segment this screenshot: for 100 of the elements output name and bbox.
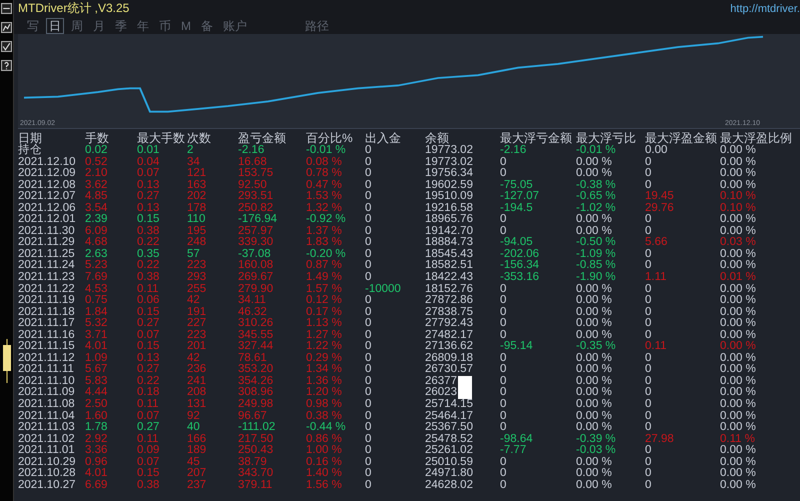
help-icon[interactable] xyxy=(1,60,12,71)
table-cell-text: 2021.11.10 xyxy=(18,376,76,387)
table-cell-text: 0 xyxy=(645,364,652,376)
table-cell-text: 0.15 xyxy=(137,306,160,318)
table-cell-text: -0.20 % xyxy=(306,248,347,260)
table-cell-text: 26023 xyxy=(425,387,457,399)
column-header: 次数 xyxy=(187,131,212,145)
table-cell-text: 0.47 % xyxy=(306,180,343,191)
table-cell-text: 249.98 xyxy=(238,399,274,411)
table-cell-text: 4.53 xyxy=(85,284,108,295)
table-cell-text: 0.00 % xyxy=(576,295,613,307)
table-cell-text: 0 xyxy=(645,399,652,411)
table-cell-text: 0.00 % xyxy=(720,306,757,318)
table-cell-text: 0.35 xyxy=(137,248,160,260)
table-cell-text: 0 xyxy=(500,456,508,468)
table-cell-text: 0.00 % xyxy=(720,318,757,330)
table-cell-text: 0.00 % xyxy=(720,260,757,272)
tab[interactable]: 备 xyxy=(198,18,216,34)
url-link[interactable]: http://mtdriver. xyxy=(730,2,800,14)
table-cell-text: 0.86 % xyxy=(306,434,343,445)
table-cell-text: -0.01 % xyxy=(306,145,347,157)
table-cell-text: -1.90 % xyxy=(576,272,617,284)
table-cell-text: 1.83 % xyxy=(306,237,343,249)
table-cell-text: 0.07 xyxy=(137,330,160,341)
table-cell-text: 4.01 xyxy=(85,468,108,480)
table-cell-text: 327.44 xyxy=(238,341,274,353)
table-cell-text: 0.00 % xyxy=(576,214,613,226)
table-cell-text: 0 xyxy=(365,376,372,387)
table-cell-text: 0.00 % xyxy=(720,352,757,364)
table-cell-text: 0.02 xyxy=(85,145,108,157)
table-cell-text: 0.38 xyxy=(137,226,160,237)
table-cell-text: 0.00 % xyxy=(720,284,757,295)
table-cell-text: 3.54 xyxy=(85,202,108,214)
tab[interactable]: 月 xyxy=(90,18,108,34)
table-cell-text: 1.53 % xyxy=(306,191,343,203)
table-cell: 19773.02 xyxy=(425,145,473,157)
table-cell-text: 2021.11.24 xyxy=(18,260,76,272)
table-cell-text: 5.66 xyxy=(645,237,668,249)
table-cell-text: 1.11 xyxy=(645,272,668,284)
table-cell-text: 0.00 % xyxy=(576,387,613,399)
table-cell-text: 2021.11.19 xyxy=(18,295,76,307)
table-cell-text: 0.15 xyxy=(137,214,160,226)
tab[interactable]: 账户 xyxy=(220,18,250,34)
table-cell-text: 0.22 xyxy=(137,376,160,387)
tab[interactable]: 年 xyxy=(134,18,152,34)
table-cell-text: 2021.11.16 xyxy=(18,330,76,341)
minimize-icon[interactable] xyxy=(1,3,12,14)
table-cell-text: 153.75 xyxy=(238,168,274,180)
table-cell-text: 1.40 % xyxy=(306,468,343,480)
table-cell-text: -0.03 % xyxy=(576,445,617,457)
table-cell-text: 0.00 % xyxy=(576,376,613,387)
table-cell-text: 236 xyxy=(187,364,208,376)
candle-icon xyxy=(2,339,12,383)
checkmark-icon[interactable] xyxy=(1,41,12,52)
table-cell-text: 0 xyxy=(500,330,508,341)
table-cell: 18965.76 xyxy=(425,214,473,226)
table-cell-text: 0.00 % xyxy=(720,480,757,492)
table-cell-text: 0 xyxy=(365,226,372,237)
table-cell-text: 26377 xyxy=(425,376,457,387)
table-cell-text: 0.07 xyxy=(137,410,160,422)
tab[interactable]: 写 xyxy=(24,18,42,34)
table-cell-text: 0 xyxy=(500,480,508,492)
table-cell-text: 46.32 xyxy=(238,306,268,318)
table-cell-text: 0.00 % xyxy=(576,468,613,480)
table-cell-text: 217.50 xyxy=(238,434,274,445)
column-header: 日期 xyxy=(18,131,43,145)
tab[interactable]: 币 xyxy=(156,18,174,34)
table-cell-text: 0.00 % xyxy=(720,168,757,180)
table-cell-text: 0 xyxy=(365,156,372,168)
table-cell-text: 0.00 % xyxy=(720,145,757,157)
table-cell-text: 0 xyxy=(500,284,508,295)
table-cell-text: 7.69 xyxy=(85,272,108,284)
table-cell-text: 0.00 % xyxy=(576,318,613,330)
table-cell: 19756.34 xyxy=(425,168,473,180)
table-cell-text: 0 xyxy=(365,145,372,157)
table-cell-text: 2021.12.06 xyxy=(18,202,77,214)
table-cell-text: 0.18 xyxy=(137,387,160,399)
table-cell-text: -0.01 % xyxy=(576,145,617,157)
table-cell-text: 0 xyxy=(500,352,508,364)
tab[interactable]: 日 xyxy=(46,18,64,34)
table-cell-text: 0.78 % xyxy=(306,168,343,180)
table-cell-text: 27.98 xyxy=(645,434,675,445)
table-cell-text: 1.78 xyxy=(85,422,108,434)
tab[interactable]: 路径 xyxy=(302,18,332,34)
table-cell-text: 345.55 xyxy=(238,330,274,341)
table-cell-text: 0 xyxy=(365,318,372,330)
tab[interactable]: M xyxy=(178,18,194,34)
table-cell-text: 0.29 % xyxy=(306,352,343,364)
table-cell-text: 0.87 % xyxy=(306,260,343,272)
tab[interactable]: 季 xyxy=(112,18,130,34)
tab[interactable]: 周 xyxy=(68,18,86,34)
table-cell-text: 40 xyxy=(187,422,201,434)
table-cell-text: -95.14 xyxy=(500,341,534,353)
table-cell-text: 92.50 xyxy=(238,180,268,191)
table-cell-text: 5.83 xyxy=(85,376,108,387)
table-cell-text: 0.00 % xyxy=(576,156,613,168)
table-cell-text: 0.00 % xyxy=(576,480,613,492)
table-cell-text: 5.67 xyxy=(85,364,108,376)
table-cell-text: 0 xyxy=(365,399,372,411)
chart-icon[interactable] xyxy=(1,22,12,33)
